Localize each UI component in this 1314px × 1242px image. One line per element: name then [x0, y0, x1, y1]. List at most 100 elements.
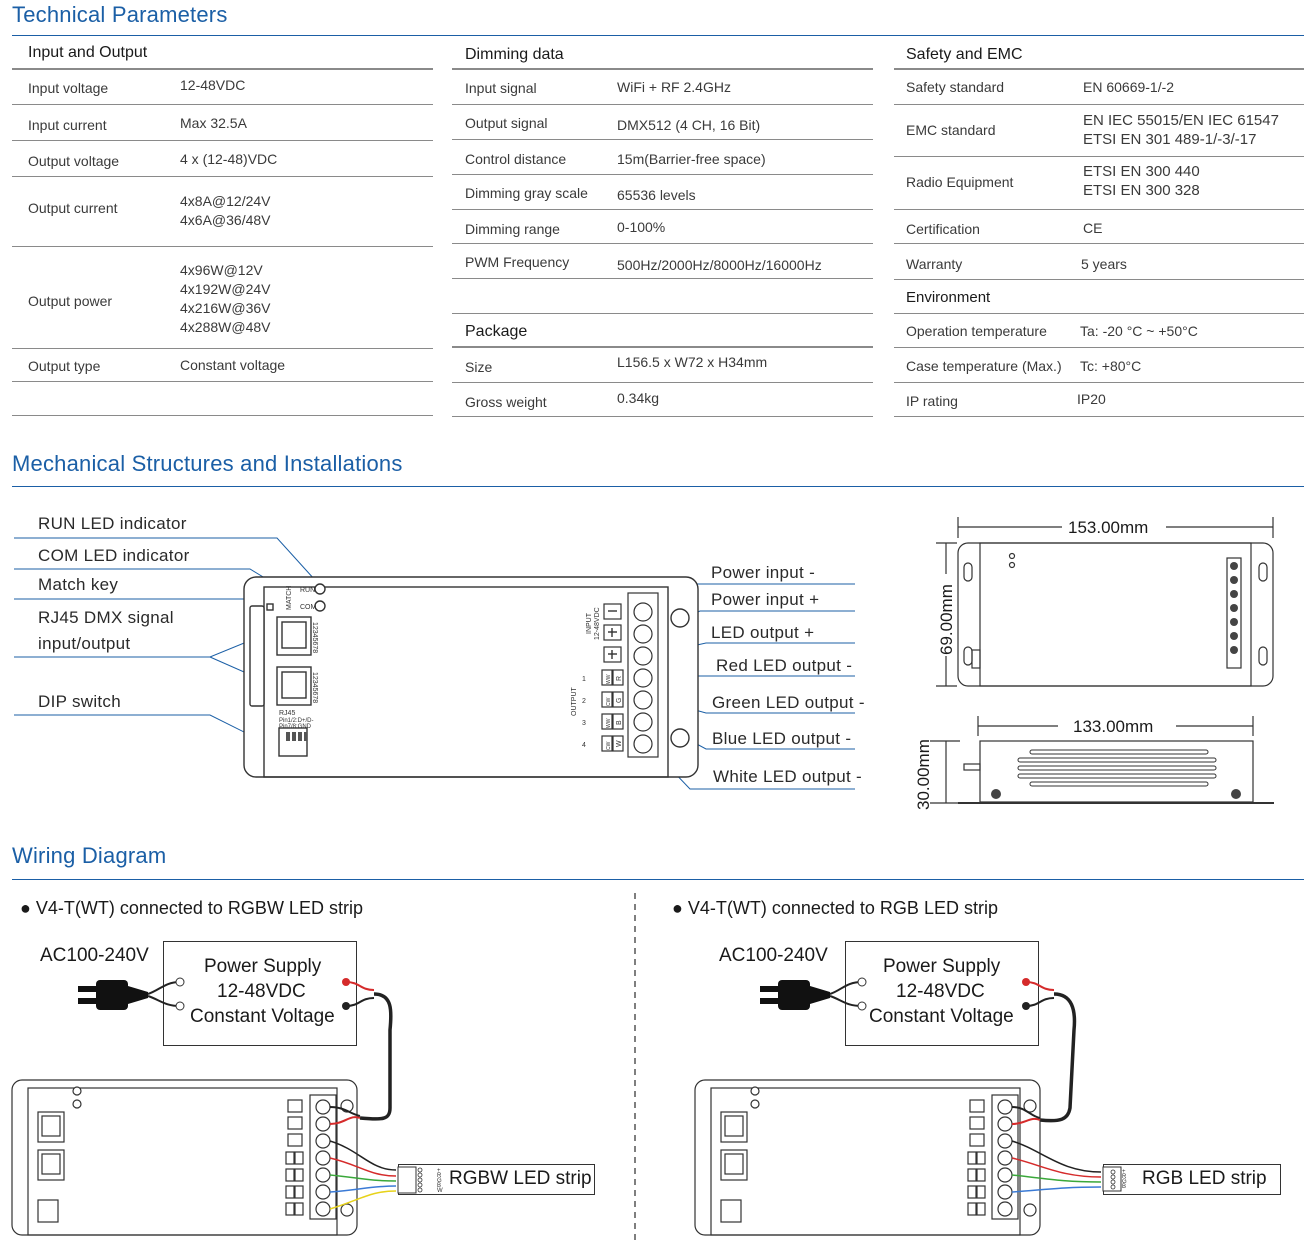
table-row: Size L156.5 x W72 x H34mm [452, 348, 873, 383]
row-key: Safety standard [906, 79, 1005, 95]
section-title-mechanical: Mechanical Structures and Installations [12, 451, 403, 476]
device-pins-text: 12345678 [311, 622, 318, 653]
table-row: Input voltage 12-48VDC [12, 70, 433, 105]
strip-pin: W [437, 1188, 443, 1194]
row-value: ETSI EN 300 440 ETSI EN 300 328 [1083, 162, 1200, 200]
row-value: 5 years [1081, 256, 1127, 272]
device-com-text: COM [300, 604, 317, 611]
table-row: EMC standard EN IEC 55015/EN IEC 61547 ETS… [894, 105, 1304, 157]
table-row: Certification CE [894, 210, 1304, 244]
row-key: Output power [28, 293, 113, 309]
row-key: Certification [906, 221, 980, 237]
table-row: Environment [894, 280, 1304, 314]
heading-label: Environment [906, 289, 991, 306]
table-heading: Package [452, 314, 873, 348]
table-row [12, 382, 433, 416]
row-value: L156.5 x W72 x H34mm [617, 354, 768, 370]
table-row: Warranty 5 years [894, 244, 1304, 280]
value-line: 4x288W@48V [180, 319, 271, 335]
row-value: IP20 [1077, 391, 1106, 407]
table-row: IP rating IP20 [894, 383, 1304, 417]
device-run-text: RUN [300, 587, 315, 594]
value-line: 4x216W@36V [180, 300, 271, 316]
channel-tag: WW [606, 718, 612, 728]
row-value: CE [1083, 220, 1103, 236]
table-row: Input signal WiFi + RF 2.4GHz [452, 70, 873, 105]
dim-69: 69.00mm [937, 584, 956, 655]
table-row: Output current 4x8A@12/24V 4x6A@36/48V [12, 177, 433, 247]
table-row: Gross weight 0.34kg [452, 383, 873, 417]
value-line: 4x192W@24V [180, 281, 271, 297]
row-key: PWM Frequency [465, 254, 570, 270]
value-line: ETSI EN 301 489-1/-3/-17 [1083, 131, 1257, 148]
table-heading: Dimming data [452, 36, 873, 70]
channel-tag: CW [606, 741, 612, 750]
row-key: Case temperature (Max.) [906, 358, 1062, 374]
table-row: Dimming range 0-100% [452, 210, 873, 244]
section-title-wiring: Wiring Diagram [12, 843, 167, 868]
table-row: Output type Constant voltage [12, 349, 433, 382]
row-key: Operation temperature [906, 323, 1047, 339]
table-row: Radio Equipment ETSI EN 300 440 ETSI EN 30… [894, 157, 1304, 210]
channel-letter: W [616, 740, 623, 747]
safety-table: Safety and EMC Safety standard EN 60669-1… [894, 36, 1304, 417]
table-heading: Input and Output [12, 36, 433, 70]
row-value: WiFi + RF 2.4GHz [617, 79, 731, 95]
value-line: 4x96W@12V [180, 262, 263, 278]
wiring-diagram: + R G B W + R G B [11, 893, 1127, 1242]
section-rule [12, 486, 1304, 487]
device-input-v-text: 12-48VDC [594, 607, 601, 640]
row-key: Output type [28, 358, 101, 374]
value-line: 4x6A@36/48V [180, 212, 271, 228]
row-value: 500Hz/2000Hz/8000Hz/16000Hz [617, 257, 822, 273]
table-row: Output power 4x96W@12V 4x192W@24V 4x216W@36… [12, 247, 433, 349]
row-value: 12-48VDC [180, 77, 246, 93]
table-row [452, 279, 873, 314]
device-match-text: MATCH [286, 586, 293, 610]
row-value: 4 x (12-48)VDC [180, 151, 278, 167]
mechanical-diagram: RUN COM MATCH 12345678 12345678 RJ45 Pin… [14, 517, 1274, 810]
table-heading: Safety and EMC [894, 36, 1304, 70]
channel-num: 1 [582, 676, 586, 683]
dim-30: 30.00mm [914, 739, 933, 810]
row-key: Radio Equipment [906, 174, 1014, 190]
device-rj45-text: RJ45 [279, 710, 295, 717]
row-key: Input current [28, 117, 107, 133]
channel-letter: R [616, 676, 623, 681]
row-key: IP rating [906, 393, 958, 409]
table-row: Case temperature (Max.) Tc: +80°C [894, 348, 1304, 383]
input-output-table: Input and Output Input voltage 12-48VDC I… [12, 36, 433, 416]
row-value: 15m(Barrier-free space) [617, 151, 766, 167]
table-row: Output signal DMX512 (4 CH, 16 Bit) [452, 105, 873, 140]
row-value: Max 32.5A [180, 115, 247, 131]
channel-tag: CW [606, 697, 612, 706]
row-key: Gross weight [465, 394, 547, 410]
device-pin2-text: Pin7/8:GND [279, 724, 312, 730]
device-output-text: OUTPUT [571, 687, 578, 717]
row-value: Ta: -20 °C ~ +50°C [1080, 323, 1198, 339]
heading-label: Dimming data [465, 46, 564, 63]
channel-num: 2 [582, 698, 586, 705]
row-value: 0-100% [617, 219, 666, 235]
row-key: Output signal [465, 115, 548, 131]
row-key: Warranty [906, 256, 963, 272]
table-row: Control distance 15m(Barrier-free space) [452, 140, 873, 175]
row-key: Output current [28, 200, 118, 216]
row-value: 65536 levels [617, 187, 696, 203]
strip-pin: B [1122, 1184, 1126, 1190]
table-row: Input current Max 32.5A [12, 105, 433, 141]
row-value: EN 60669-1/-2 [1083, 79, 1175, 95]
row-key: Dimming range [465, 221, 560, 237]
value-line: 4x8A@12/24V [180, 193, 271, 209]
row-value: Constant voltage [180, 357, 286, 373]
dimming-table: Dimming data Input signal WiFi + RF 2.4GH… [452, 36, 873, 417]
heading-label: Input and Output [28, 44, 148, 61]
value-line: ETSI EN 300 440 [1083, 163, 1200, 180]
row-key: Dimming gray scale [465, 185, 588, 201]
row-value: DMX512 (4 CH, 16 Bit) [617, 117, 761, 133]
table-row: Dimming gray scale 65536 levels [452, 175, 873, 210]
device-input-text: INPUT [586, 612, 593, 634]
channel-num: 3 [582, 720, 586, 727]
row-key: Size [465, 359, 493, 375]
row-key: Output voltage [28, 153, 120, 169]
